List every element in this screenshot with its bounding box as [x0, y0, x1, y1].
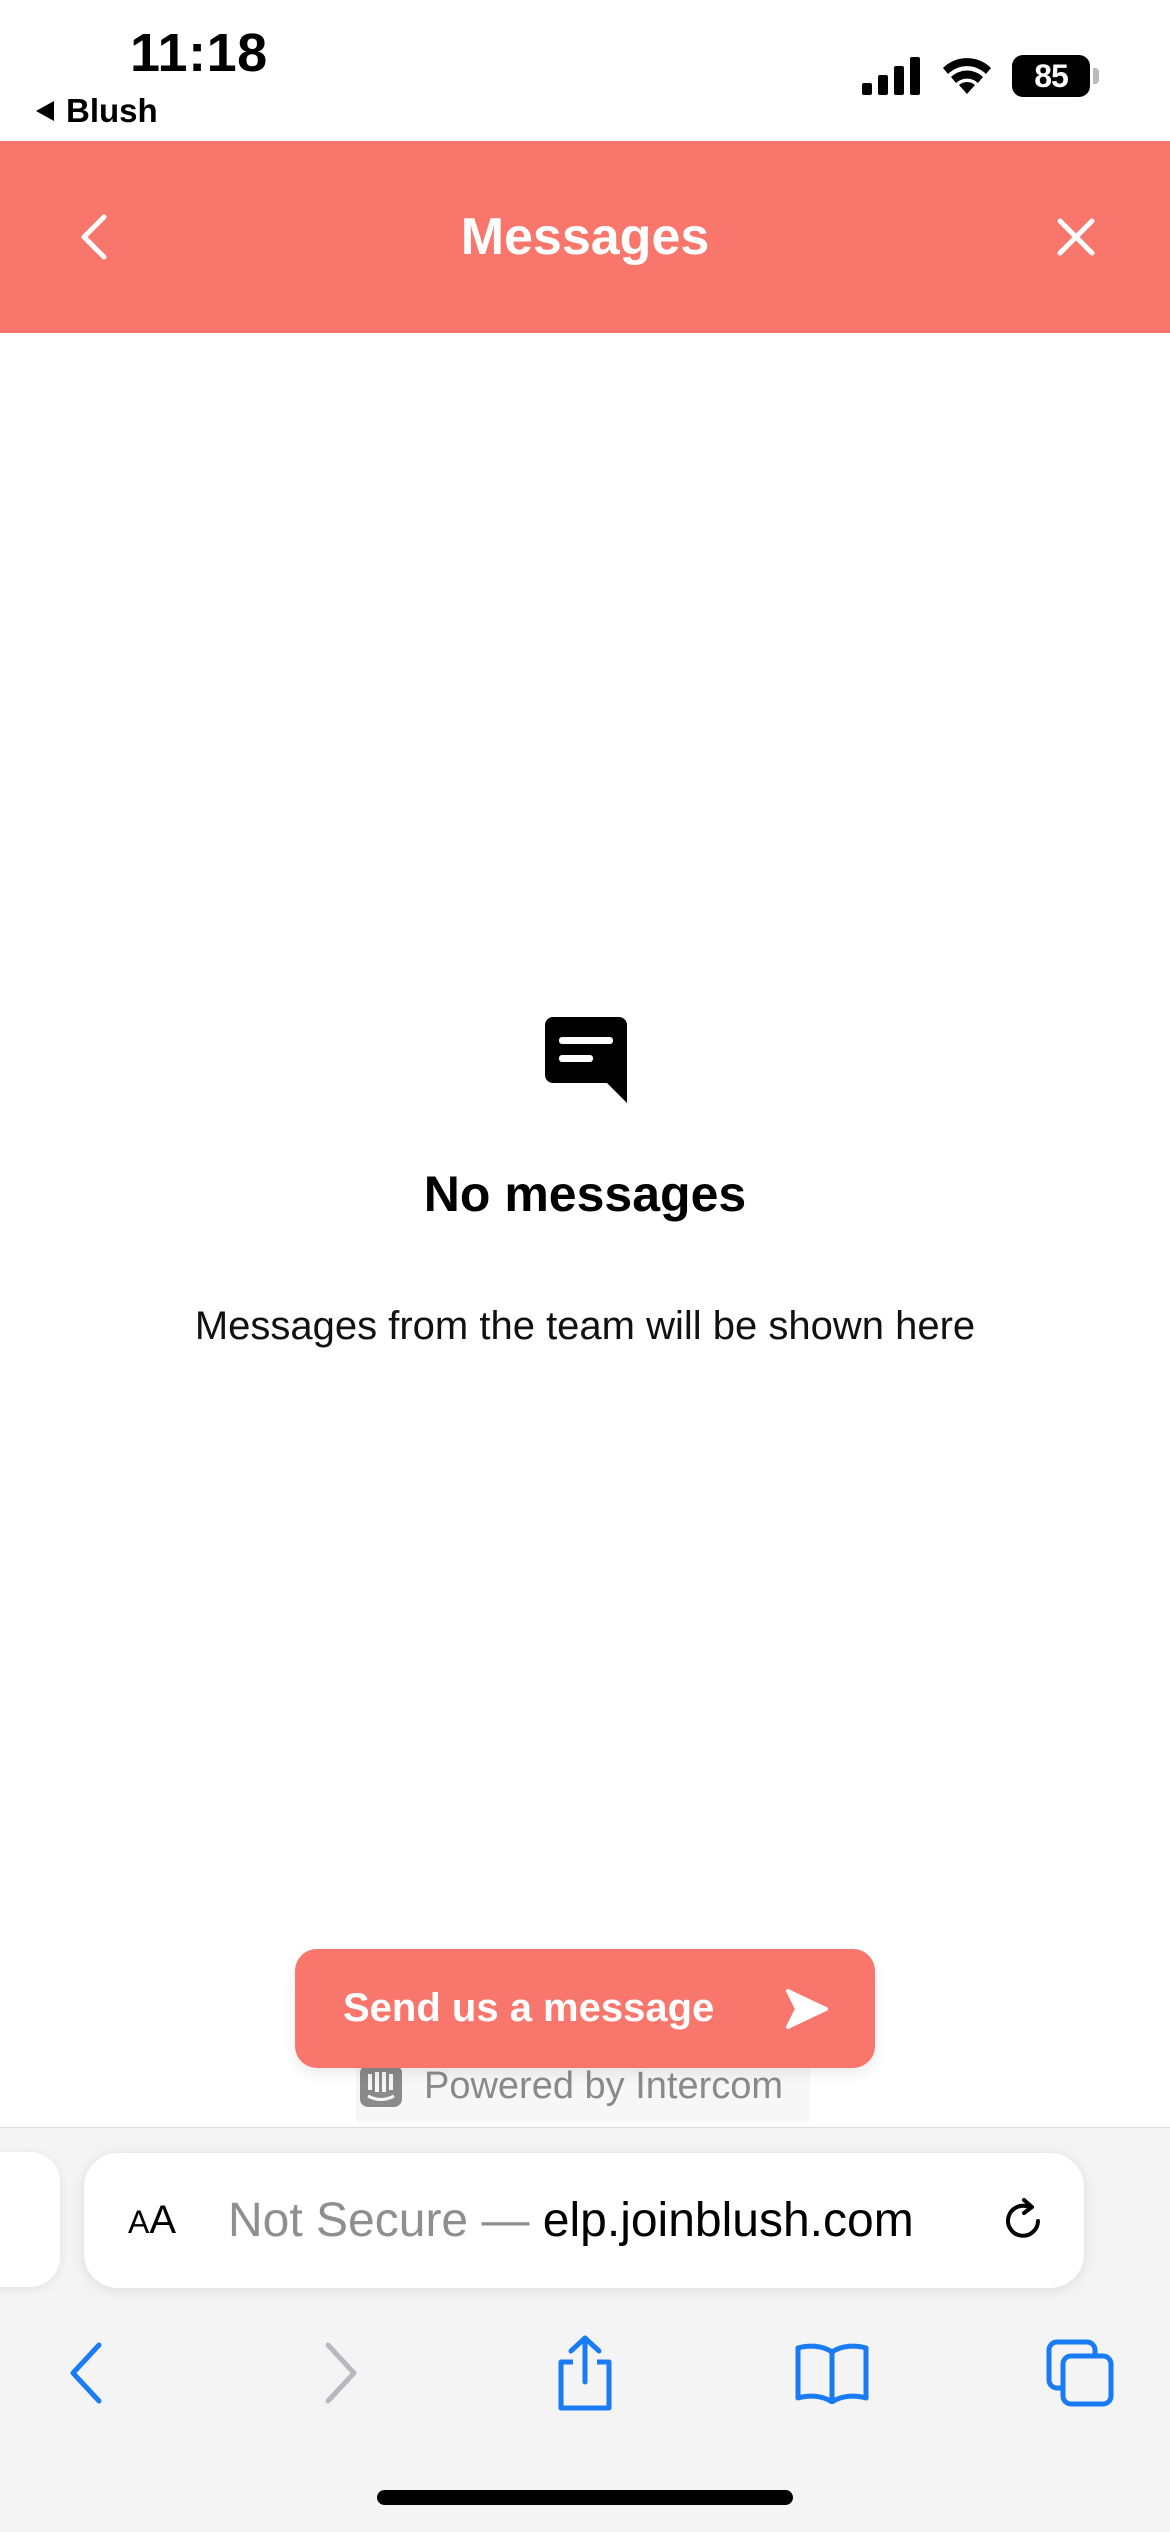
powered-by-label: Powered by Intercom	[424, 2064, 784, 2107]
intercom-logo-icon	[360, 2065, 402, 2107]
page-title: Messages	[460, 208, 710, 266]
empty-state-subtitle: Messages from the team will be shown her…	[194, 1304, 976, 1348]
send-message-label: Send us a message	[343, 1986, 715, 2030]
previous-tab-peek[interactable]	[0, 2152, 60, 2287]
forward-icon	[325, 2342, 357, 2404]
share-button[interactable]	[540, 2328, 630, 2418]
cellular-signal-icon	[862, 57, 920, 95]
status-icons: 85	[862, 55, 1099, 97]
close-button[interactable]	[1036, 197, 1116, 277]
message-bubble-icon	[545, 1017, 627, 1103]
browser-forward-button[interactable]	[295, 2328, 385, 2418]
messages-header: Messages	[0, 141, 1170, 333]
bookmarks-icon	[795, 2343, 869, 2404]
reader-settings-button[interactable]: AA	[128, 2198, 228, 2243]
address-bar[interactable]: AA Not Secure — elp.joinblush.com	[84, 2153, 1084, 2288]
back-icon	[70, 2342, 102, 2404]
clock: 11:18	[130, 23, 268, 83]
status-bar: 11:18 Blush 85	[0, 0, 1170, 141]
browser-bottom-bar: AA Not Secure — elp.joinblush.com	[0, 2127, 1170, 2532]
home-indicator[interactable]	[377, 2490, 793, 2505]
browser-toolbar	[0, 2328, 1170, 2458]
tabs-icon	[1046, 2339, 1114, 2407]
reload-icon[interactable]	[998, 2196, 1048, 2246]
url-host: elp.joinblush.com	[542, 2194, 914, 2247]
battery-level: 85	[1034, 57, 1069, 94]
empty-state-title: No messages	[423, 1166, 747, 1222]
share-icon	[558, 2335, 612, 2411]
wifi-icon	[943, 58, 991, 94]
back-app-label: Blush	[66, 92, 158, 129]
send-message-button[interactable]: Send us a message	[295, 1949, 875, 2068]
send-arrow-icon	[786, 1988, 828, 2029]
battery-icon: 85	[1012, 55, 1099, 97]
bookmarks-button[interactable]	[787, 2328, 877, 2418]
back-triangle-icon	[36, 101, 54, 121]
url-security-label: Not Secure —	[228, 2194, 543, 2247]
close-icon	[1057, 218, 1095, 256]
tabs-button[interactable]	[1035, 2328, 1125, 2418]
browser-back-button[interactable]	[42, 2328, 132, 2418]
screen: 11:18 Blush 85 Messages No messages Mess…	[0, 0, 1170, 2532]
url-field[interactable]: Not Secure — elp.joinblush.com	[228, 2193, 998, 2248]
back-to-app-button[interactable]: Blush	[36, 90, 158, 132]
